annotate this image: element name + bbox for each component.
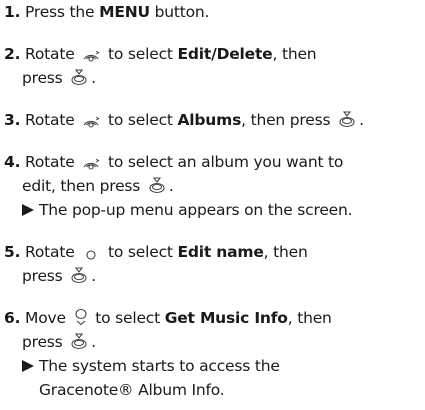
step-text: to select an album you want to <box>108 153 344 171</box>
step-text: , then <box>272 45 317 63</box>
step-text: , then <box>287 309 332 327</box>
step-text: to select <box>95 309 165 327</box>
rotate-dial-icon <box>82 48 100 62</box>
triangle-arrow-icon <box>22 204 34 216</box>
step-3: 3. Rotate to select Albums, then press . <box>4 108 364 132</box>
rotate-dial-icon <box>82 114 100 128</box>
step-text: edit, then press <box>22 177 141 195</box>
get-music-info-option: Get Music Info <box>164 309 288 327</box>
step-text: . <box>91 333 97 351</box>
step-text: Rotate <box>25 111 75 129</box>
step-text: press <box>22 69 63 87</box>
press-dial-icon <box>70 68 88 86</box>
step-result: The pop-up menu appears on the screen. <box>4 198 353 222</box>
press-dial-icon <box>148 176 166 194</box>
step-text: , then press <box>241 111 331 129</box>
step-text: button. <box>149 3 210 21</box>
step-text: to select <box>108 45 178 63</box>
step-text: Press the <box>25 3 100 21</box>
step-2: 2. Rotate to select Edit/Delete, then pr… <box>4 42 317 90</box>
step-text: , then <box>263 243 308 261</box>
step-number: 1. <box>4 3 21 21</box>
press-dial-icon <box>70 332 88 350</box>
step-4: 4. Rotate to select an album you want to… <box>4 150 353 222</box>
step-text: to select <box>108 111 178 129</box>
step-number: 2. <box>4 45 21 63</box>
triangle-arrow-icon <box>22 360 34 372</box>
step-result: The system starts to access the <box>4 354 332 378</box>
albums-option: Albums <box>177 111 242 129</box>
rotate-dial-icon <box>82 246 100 260</box>
step-number: 4. <box>4 153 21 171</box>
step-text: to select <box>108 243 178 261</box>
step-text: Rotate <box>25 243 75 261</box>
step-text: Rotate <box>25 153 75 171</box>
step-1: 1. Press the MENU button. <box>4 0 209 24</box>
result-text: The pop-up menu appears on the screen. <box>39 201 353 219</box>
step-text: Move <box>25 309 66 327</box>
step-number: 3. <box>4 111 21 129</box>
step-number: 5. <box>4 243 21 261</box>
step-result-continued: Gracenote® Album Info. <box>4 378 332 402</box>
step-text: . <box>359 111 364 129</box>
step-5: 5. Rotate to select Edit name, then pres… <box>4 240 308 288</box>
result-text: Gracenote® Album Info. <box>39 381 225 399</box>
step-text: . <box>91 69 97 87</box>
step-text: . <box>91 267 97 285</box>
step-number: 6. <box>4 309 21 327</box>
step-text: . <box>168 177 174 195</box>
step-text: press <box>22 333 63 351</box>
result-text: The system starts to access the <box>39 357 280 375</box>
step-text: Rotate <box>25 45 75 63</box>
rotate-dial-icon <box>82 156 100 170</box>
joystick-move-icon <box>74 308 88 326</box>
step-text: press <box>22 267 63 285</box>
menu-button-label: MENU <box>99 3 150 21</box>
edit-name-option: Edit name <box>177 243 264 261</box>
edit-delete-option: Edit/Delete <box>177 45 273 63</box>
step-6: 6. Move to select Get Music Info, then p… <box>4 306 332 402</box>
press-dial-icon <box>70 266 88 284</box>
press-dial-icon <box>338 110 356 128</box>
